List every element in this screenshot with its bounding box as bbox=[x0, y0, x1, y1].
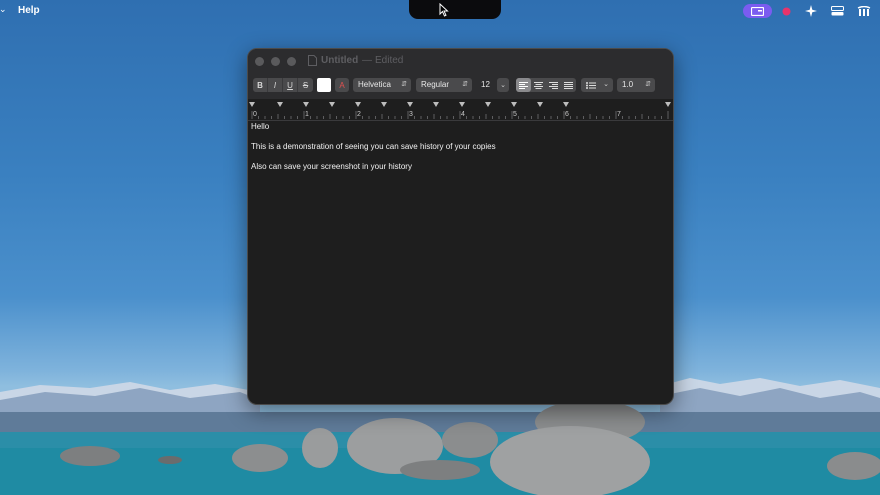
ruler-number: 4 bbox=[461, 111, 465, 118]
font-size-field[interactable]: 12 bbox=[481, 78, 490, 92]
left-indent-marker[interactable] bbox=[249, 102, 255, 107]
styles-button[interactable]: A bbox=[335, 78, 349, 92]
line-spacing-popup[interactable]: 1.0 ⇵ bbox=[617, 78, 655, 92]
sparkle-icon[interactable] bbox=[804, 4, 818, 18]
display-icon[interactable] bbox=[830, 4, 844, 18]
textedit-window: Untitled — Edited B I U S A Helvetica ⇵ … bbox=[247, 48, 674, 405]
tab-stop[interactable] bbox=[407, 102, 413, 107]
ruler-number: 7 bbox=[617, 111, 621, 118]
ruler[interactable]: 0 1 2 3 4 5 6 7 bbox=[248, 99, 673, 121]
document-line[interactable]: This is a demonstration of seeing you ca… bbox=[251, 142, 496, 151]
ruler-number: 6 bbox=[565, 111, 569, 118]
alignment-group bbox=[516, 78, 576, 92]
line-spacing-value: 1.0 bbox=[622, 80, 634, 89]
menu-help[interactable]: Help bbox=[18, 5, 40, 16]
ruler-number: 2 bbox=[357, 111, 361, 118]
popup-arrows-icon: ⇵ bbox=[645, 81, 651, 88]
tab-stop[interactable] bbox=[459, 102, 465, 107]
tab-stop[interactable] bbox=[355, 102, 361, 107]
strikethrough-button[interactable]: S bbox=[298, 78, 313, 92]
minimize-button[interactable] bbox=[271, 57, 280, 66]
tab-stop[interactable] bbox=[277, 102, 283, 107]
menu-bar: ⌄ Help bbox=[0, 0, 880, 22]
document-line[interactable]: Hello bbox=[251, 122, 269, 131]
tab-stop[interactable] bbox=[329, 102, 335, 107]
align-right-icon bbox=[549, 81, 558, 89]
align-left-icon bbox=[519, 81, 528, 89]
zoom-button[interactable] bbox=[287, 57, 296, 66]
bold-button[interactable]: B bbox=[253, 78, 268, 92]
text-color-well[interactable] bbox=[317, 78, 331, 92]
record-dot-icon[interactable] bbox=[780, 4, 792, 18]
ruler-number: 0 bbox=[253, 111, 257, 118]
tab-stop[interactable] bbox=[511, 102, 517, 107]
mouse-cursor-icon bbox=[439, 3, 449, 17]
align-center-icon bbox=[534, 81, 543, 89]
bullet-list-icon bbox=[586, 81, 596, 89]
underline-button[interactable]: U bbox=[283, 78, 298, 92]
tab-stop[interactable] bbox=[485, 102, 491, 107]
edited-status: Edited bbox=[375, 55, 404, 66]
font-style-popup[interactable]: Regular ⇵ bbox=[416, 78, 472, 92]
chevron-down-icon: ⌄ bbox=[603, 81, 609, 88]
window-title: Untitled bbox=[321, 55, 359, 66]
tab-stop[interactable] bbox=[381, 102, 387, 107]
title-bar[interactable]: Untitled — Edited bbox=[248, 49, 673, 73]
font-family-value: Helvetica bbox=[358, 80, 391, 89]
ruler-number: 3 bbox=[409, 111, 413, 118]
tab-stop[interactable] bbox=[433, 102, 439, 107]
screen-capture-icon[interactable] bbox=[743, 4, 772, 18]
ruler-number: 5 bbox=[513, 111, 517, 118]
list-style-popup[interactable]: ⌄ bbox=[581, 78, 613, 92]
italic-button[interactable]: I bbox=[268, 78, 283, 92]
font-family-popup[interactable]: Helvetica ⇵ bbox=[353, 78, 411, 92]
document-icon bbox=[308, 55, 317, 66]
document-line[interactable]: Also can save your screenshot in your hi… bbox=[251, 162, 412, 171]
format-toolbar: B I U S A Helvetica ⇵ Regular ⇵ 12 ⌄ ⌄ 1… bbox=[248, 73, 673, 99]
tab-stop[interactable] bbox=[303, 102, 309, 107]
title-separator: — bbox=[362, 55, 372, 66]
align-right-button[interactable] bbox=[546, 78, 561, 92]
align-left-button[interactable] bbox=[516, 78, 531, 92]
font-size-stepper[interactable]: ⌄ bbox=[497, 78, 509, 92]
ruler-number: 1 bbox=[305, 111, 309, 118]
right-margin-marker[interactable] bbox=[665, 102, 671, 107]
font-style-value: Regular bbox=[421, 80, 450, 89]
popup-arrows-icon: ⇵ bbox=[401, 81, 407, 88]
close-button[interactable] bbox=[255, 57, 264, 66]
justify-icon bbox=[564, 81, 573, 89]
text-style-group: B I U S bbox=[253, 78, 313, 92]
justify-button[interactable] bbox=[561, 78, 576, 92]
align-center-button[interactable] bbox=[531, 78, 546, 92]
camera-notch bbox=[409, 0, 501, 19]
popup-arrows-icon: ⇵ bbox=[462, 81, 468, 88]
wifi-icon[interactable] bbox=[856, 4, 872, 18]
tab-stop[interactable] bbox=[563, 102, 569, 107]
tab-stop[interactable] bbox=[537, 102, 543, 107]
chevron-down-icon[interactable]: ⌄ bbox=[0, 4, 7, 15]
